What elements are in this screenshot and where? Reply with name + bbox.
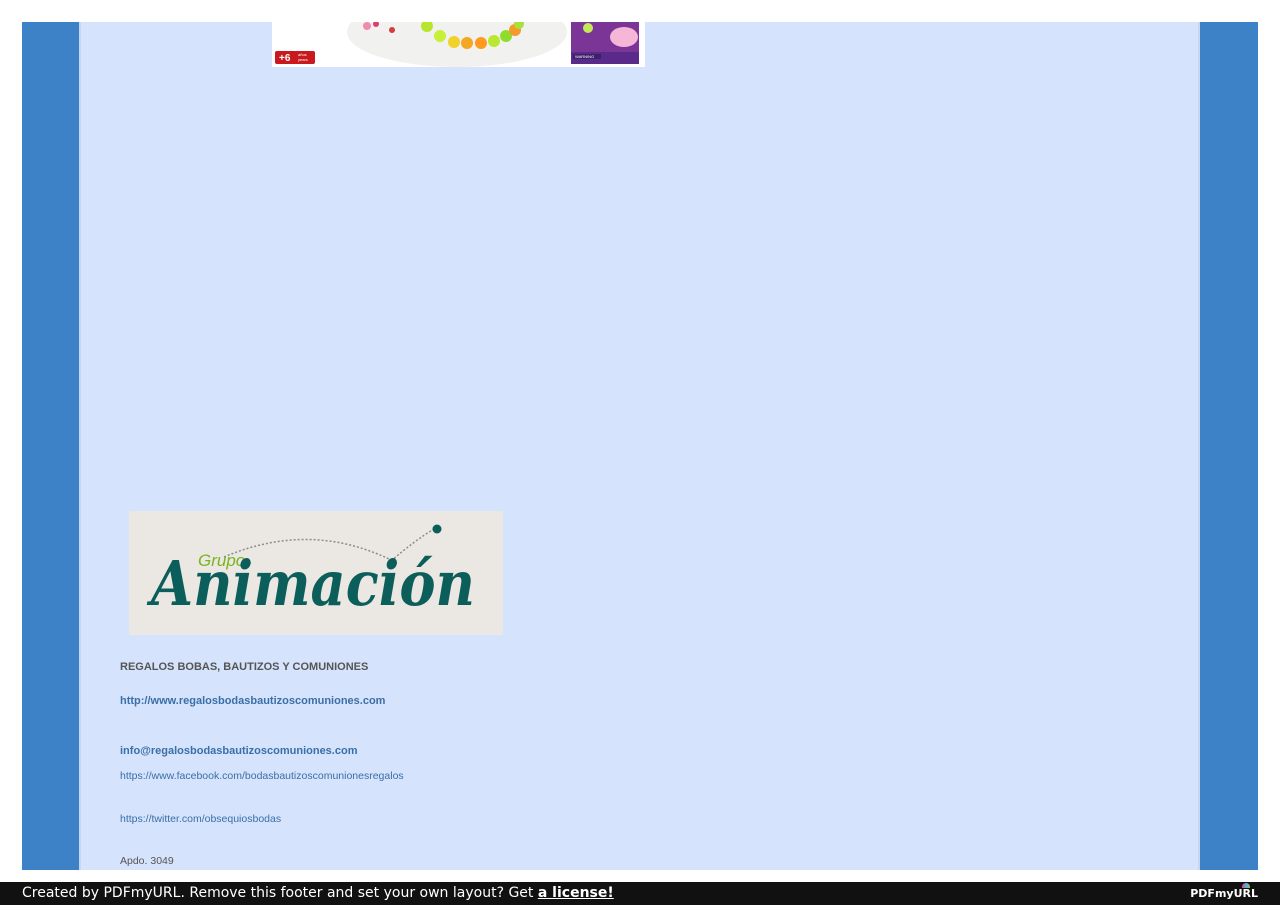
footer-text: Created by PDFmyURL. Remove this footer … [22,885,538,901]
content-panel [79,22,1200,870]
twitter-link[interactable]: https://twitter.com/obsequiosbodas [120,813,281,825]
age-badge-sub2: years [298,57,308,62]
logo-big-word: Animación [147,547,475,620]
pdf-footer-bar: Created by PDFmyURL. Remove this footer … [0,882,1280,905]
company-name: REGALOS BOBAS, BAUTIZOS Y COMUNIONES [120,661,369,673]
brand-name[interactable]: PDFmyURL [1190,887,1258,900]
license-link[interactable]: a license! [538,885,614,901]
website-link[interactable]: http://www.regalosbodasbautizoscomunione… [120,695,385,707]
box-warning-text: WARNING [575,54,594,59]
footer-message: Created by PDFmyURL. Remove this footer … [22,885,614,901]
postal-box: Apdo. 3049 [120,855,174,867]
logo-dot-icon [432,524,442,534]
grupo-animacion-logo: Grupo Animación [129,511,503,635]
product-image: WARNING +6 años years [272,22,645,67]
age-badge: +6 [279,53,291,64]
email-link[interactable]: info@regalosbodasbautizoscomuniones.com [120,745,357,757]
facebook-link[interactable]: https://www.facebook.com/bodasbautizosco… [120,770,404,782]
